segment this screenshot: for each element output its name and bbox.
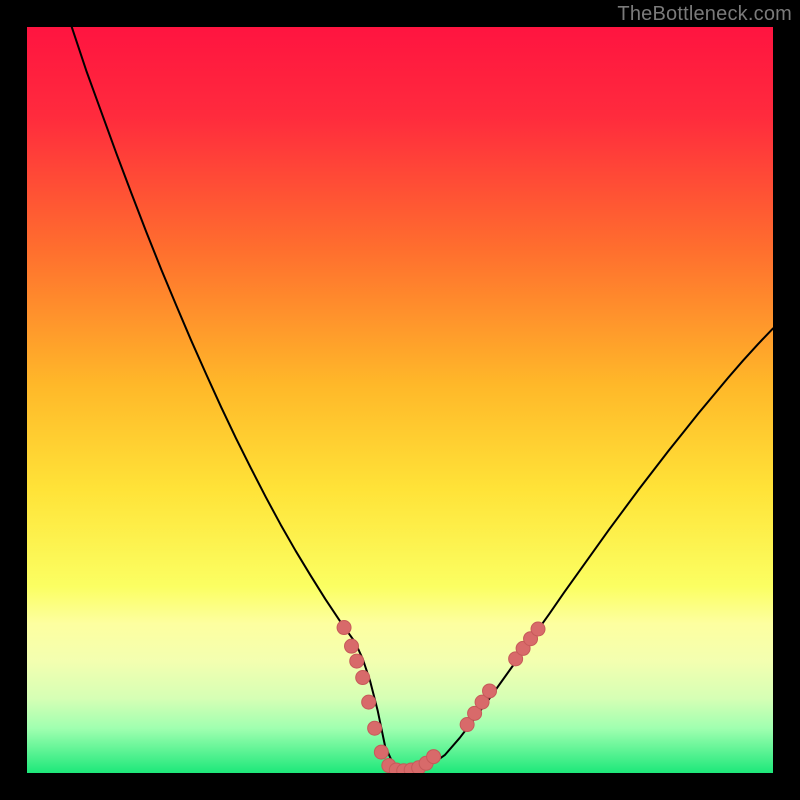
marker-point <box>337 621 351 635</box>
marker-point <box>483 684 497 698</box>
marker-point <box>427 750 441 764</box>
gradient-background <box>27 27 773 773</box>
marker-point <box>356 671 370 685</box>
marker-point <box>345 639 359 653</box>
watermark-text: TheBottleneck.com <box>617 3 792 26</box>
marker-point <box>368 721 382 735</box>
marker-point <box>531 622 545 636</box>
marker-point <box>362 695 376 709</box>
chart-plot <box>27 27 773 773</box>
outer-frame: TheBottleneck.com <box>0 0 800 800</box>
chart-svg <box>27 27 773 773</box>
marker-point <box>374 745 388 759</box>
marker-point <box>350 654 364 668</box>
